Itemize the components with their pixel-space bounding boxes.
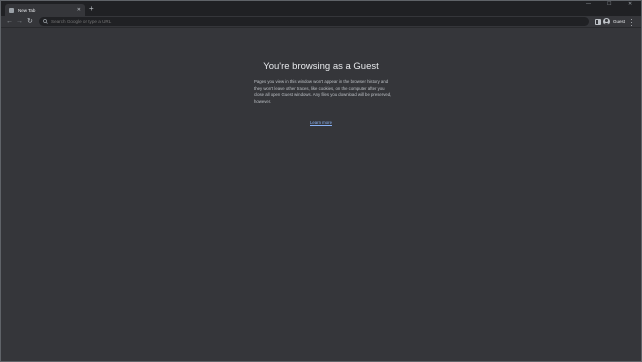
minimize-icon[interactable]: — [586,2,591,7]
tab-title: New Tab [18,7,36,13]
new-tab-plus-icon[interactable]: + [89,5,94,13]
guest-description: Pages you view in this window won't appe… [254,79,392,104]
search-icon [43,19,48,24]
guest-avatar-icon [603,18,610,25]
profile-label: Guest [613,19,626,24]
maximize-icon[interactable]: ☐ [607,2,611,7]
tab-new-tab[interactable]: New Tab ✕ [5,4,85,16]
window-close-icon[interactable]: ✕ [628,2,632,7]
reload-icon[interactable]: ↻ [27,18,33,25]
new-tab-favicon-icon [9,7,14,13]
guest-page: You're browsing as a Guest Pages you vie… [1,29,641,361]
side-panel-icon[interactable] [595,19,601,25]
toolbar: ← → ↻ Guest [1,16,641,28]
tab-close-icon[interactable]: ✕ [77,7,81,13]
back-arrow-icon[interactable]: ← [6,18,13,25]
tab-strip: New Tab ✕ + — ☐ ✕ [1,1,641,16]
profile-button[interactable]: Guest [603,17,627,26]
omnibox-input[interactable] [51,19,251,24]
omnibox[interactable] [39,17,589,26]
page-title: You're browsing as a Guest [263,61,379,72]
learn-more-link[interactable]: Learn more [1,120,641,125]
more-menu-icon[interactable] [631,19,633,26]
forward-arrow-icon[interactable]: → [16,18,23,25]
browser-window: New Tab ✕ + — ☐ ✕ ← → ↻ Guest You're bro… [0,0,642,362]
